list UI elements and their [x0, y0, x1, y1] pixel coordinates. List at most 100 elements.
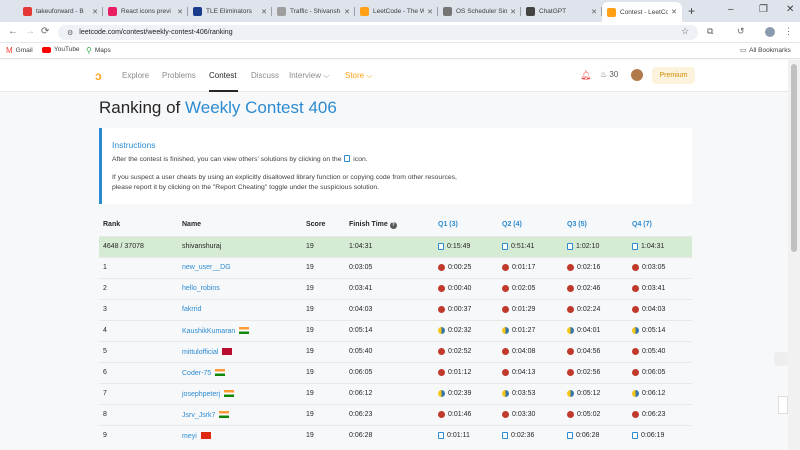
- floating-chat-icon[interactable]: [774, 352, 788, 366]
- nav-interview[interactable]: Interview ⌵: [289, 71, 329, 81]
- solution-file-icon[interactable]: [632, 243, 638, 250]
- bookmark-star-icon[interactable]: ☆: [681, 26, 689, 37]
- question-time-cell[interactable]: 0:05:12: [567, 390, 600, 397]
- all-bookmarks[interactable]: ▭ All Bookmarks: [740, 46, 791, 55]
- tab-close-icon[interactable]: ✕: [177, 8, 183, 16]
- username[interactable]: shivanshuraj: [182, 243, 221, 250]
- cpp-icon[interactable]: [438, 369, 445, 376]
- header-q1[interactable]: Q1 (3): [438, 221, 458, 228]
- user-avatar[interactable]: [631, 69, 643, 81]
- browser-tab[interactable]: Contest - LeetCo ✕: [602, 2, 682, 22]
- bookmark-youtube[interactable]: YouTube: [42, 46, 80, 53]
- contest-title-link[interactable]: Weekly Contest 406: [185, 98, 337, 117]
- cpp-icon[interactable]: [502, 411, 509, 418]
- cpp-icon[interactable]: [632, 306, 639, 313]
- question-time-cell[interactable]: 0:01:11: [438, 432, 470, 439]
- question-time-cell[interactable]: 0:02:52: [438, 348, 471, 355]
- question-time-cell[interactable]: 0:02:36: [502, 432, 534, 439]
- minimize-icon[interactable]: –: [728, 4, 734, 15]
- tab-close-icon[interactable]: ✕: [427, 8, 433, 16]
- browser-tab[interactable]: TLE Eliminators ✕: [188, 3, 272, 20]
- username[interactable]: fakrrid: [182, 306, 201, 313]
- question-time-cell[interactable]: 0:02:46: [567, 285, 600, 292]
- browser-tab[interactable]: React icons previ ✕: [103, 3, 188, 20]
- question-time-cell[interactable]: 0:15:49: [438, 243, 470, 250]
- question-time-cell[interactable]: 0:06:05: [632, 369, 665, 376]
- question-time-cell[interactable]: 0:02:16: [567, 264, 600, 271]
- question-time-cell[interactable]: 0:51:41: [502, 243, 534, 250]
- python-icon[interactable]: [567, 390, 574, 397]
- cpp-icon[interactable]: [567, 264, 574, 271]
- username-cell[interactable]: mittulofficial: [182, 348, 233, 356]
- python-icon[interactable]: [567, 327, 574, 334]
- menu-icon[interactable]: ⋮: [784, 26, 793, 37]
- question-time-cell[interactable]: 1:02:10: [567, 243, 599, 250]
- cpp-icon[interactable]: [438, 411, 445, 418]
- question-time-cell[interactable]: 0:00:37: [438, 306, 471, 313]
- python-icon[interactable]: [438, 390, 445, 397]
- python-icon[interactable]: [502, 390, 509, 397]
- question-time-cell[interactable]: 0:04:03: [632, 306, 665, 313]
- extensions-icon[interactable]: ⧉: [707, 26, 713, 37]
- username[interactable]: mittulofficial: [182, 349, 218, 356]
- question-time-cell[interactable]: 0:05:02: [567, 411, 600, 418]
- username[interactable]: josephpeterj: [182, 391, 220, 398]
- cpp-icon[interactable]: [502, 348, 509, 355]
- cpp-icon[interactable]: [502, 264, 509, 271]
- help-icon[interactable]: ?: [389, 222, 397, 229]
- cpp-icon[interactable]: [567, 411, 574, 418]
- scrollbar-thumb[interactable]: [791, 64, 797, 252]
- back-icon[interactable]: ←: [8, 26, 18, 37]
- forward-icon[interactable]: →: [25, 26, 35, 37]
- tab-close-icon[interactable]: ✕: [261, 8, 267, 16]
- question-time-cell[interactable]: 0:04:01: [567, 327, 600, 334]
- question-time-cell[interactable]: 0:02:24: [567, 306, 600, 313]
- question-time-cell[interactable]: 0:00:40: [438, 285, 471, 292]
- history-icon[interactable]: ↺: [737, 26, 745, 37]
- question-time-cell[interactable]: 0:06:23: [632, 411, 665, 418]
- cpp-icon[interactable]: [567, 348, 574, 355]
- question-time-cell[interactable]: 0:03:05: [632, 264, 665, 271]
- cpp-icon[interactable]: [502, 306, 509, 313]
- leetcode-logo[interactable]: ↄ: [95, 69, 102, 83]
- question-time-cell[interactable]: 0:05:14: [632, 327, 665, 334]
- nav-problems[interactable]: Problems: [162, 71, 196, 80]
- cpp-icon[interactable]: [438, 285, 445, 292]
- username-cell[interactable]: new_user__DG: [182, 264, 231, 271]
- solution-file-icon[interactable]: [502, 432, 508, 439]
- reload-icon[interactable]: ⟳: [41, 26, 49, 37]
- cpp-icon[interactable]: [632, 411, 639, 418]
- username-cell[interactable]: Coder-75: [182, 369, 226, 377]
- question-time-cell[interactable]: 0:06:12: [632, 390, 665, 397]
- tab-close-icon[interactable]: ✕: [591, 8, 597, 16]
- site-info-icon[interactable]: ⚙: [67, 29, 73, 37]
- bookmark-gmail[interactable]: M Gmail: [6, 46, 33, 55]
- cpp-icon[interactable]: [502, 369, 509, 376]
- question-time-cell[interactable]: 0:01:17: [502, 264, 535, 271]
- browser-tab[interactable]: ChatGPT ✕: [521, 3, 602, 20]
- question-time-cell[interactable]: 0:01:27: [502, 327, 535, 334]
- question-time-cell[interactable]: 0:03:41: [632, 285, 665, 292]
- username-cell[interactable]: KaushikKumaran: [182, 327, 250, 335]
- maximize-icon[interactable]: ❐: [759, 4, 768, 15]
- question-time-cell[interactable]: 0:02:56: [567, 369, 600, 376]
- question-time-cell[interactable]: 0:02:05: [502, 285, 535, 292]
- header-q2[interactable]: Q2 (4): [502, 221, 522, 228]
- tab-close-icon[interactable]: ✕: [344, 8, 350, 16]
- notification-bell-icon[interactable]: 🔔︎: [580, 70, 591, 81]
- nav-contest[interactable]: Contest: [209, 71, 237, 80]
- question-time-cell[interactable]: 0:05:40: [632, 348, 665, 355]
- tab-close-icon[interactable]: ✕: [92, 8, 98, 16]
- cpp-icon[interactable]: [567, 285, 574, 292]
- username[interactable]: meyi: [182, 433, 197, 440]
- question-time-cell[interactable]: 0:02:39: [438, 390, 471, 397]
- header-q4[interactable]: Q4 (7): [632, 221, 652, 228]
- question-time-cell[interactable]: 0:01:12: [438, 369, 471, 376]
- username-cell[interactable]: Jsrv_Jsrk7: [182, 411, 230, 419]
- nav-explore[interactable]: Explore: [122, 71, 149, 80]
- cpp-icon[interactable]: [438, 306, 445, 313]
- solution-file-icon[interactable]: [438, 243, 444, 250]
- question-time-cell[interactable]: 0:01:29: [502, 306, 535, 313]
- username-cell[interactable]: josephpeterj: [182, 390, 235, 398]
- solution-file-icon[interactable]: [632, 432, 638, 439]
